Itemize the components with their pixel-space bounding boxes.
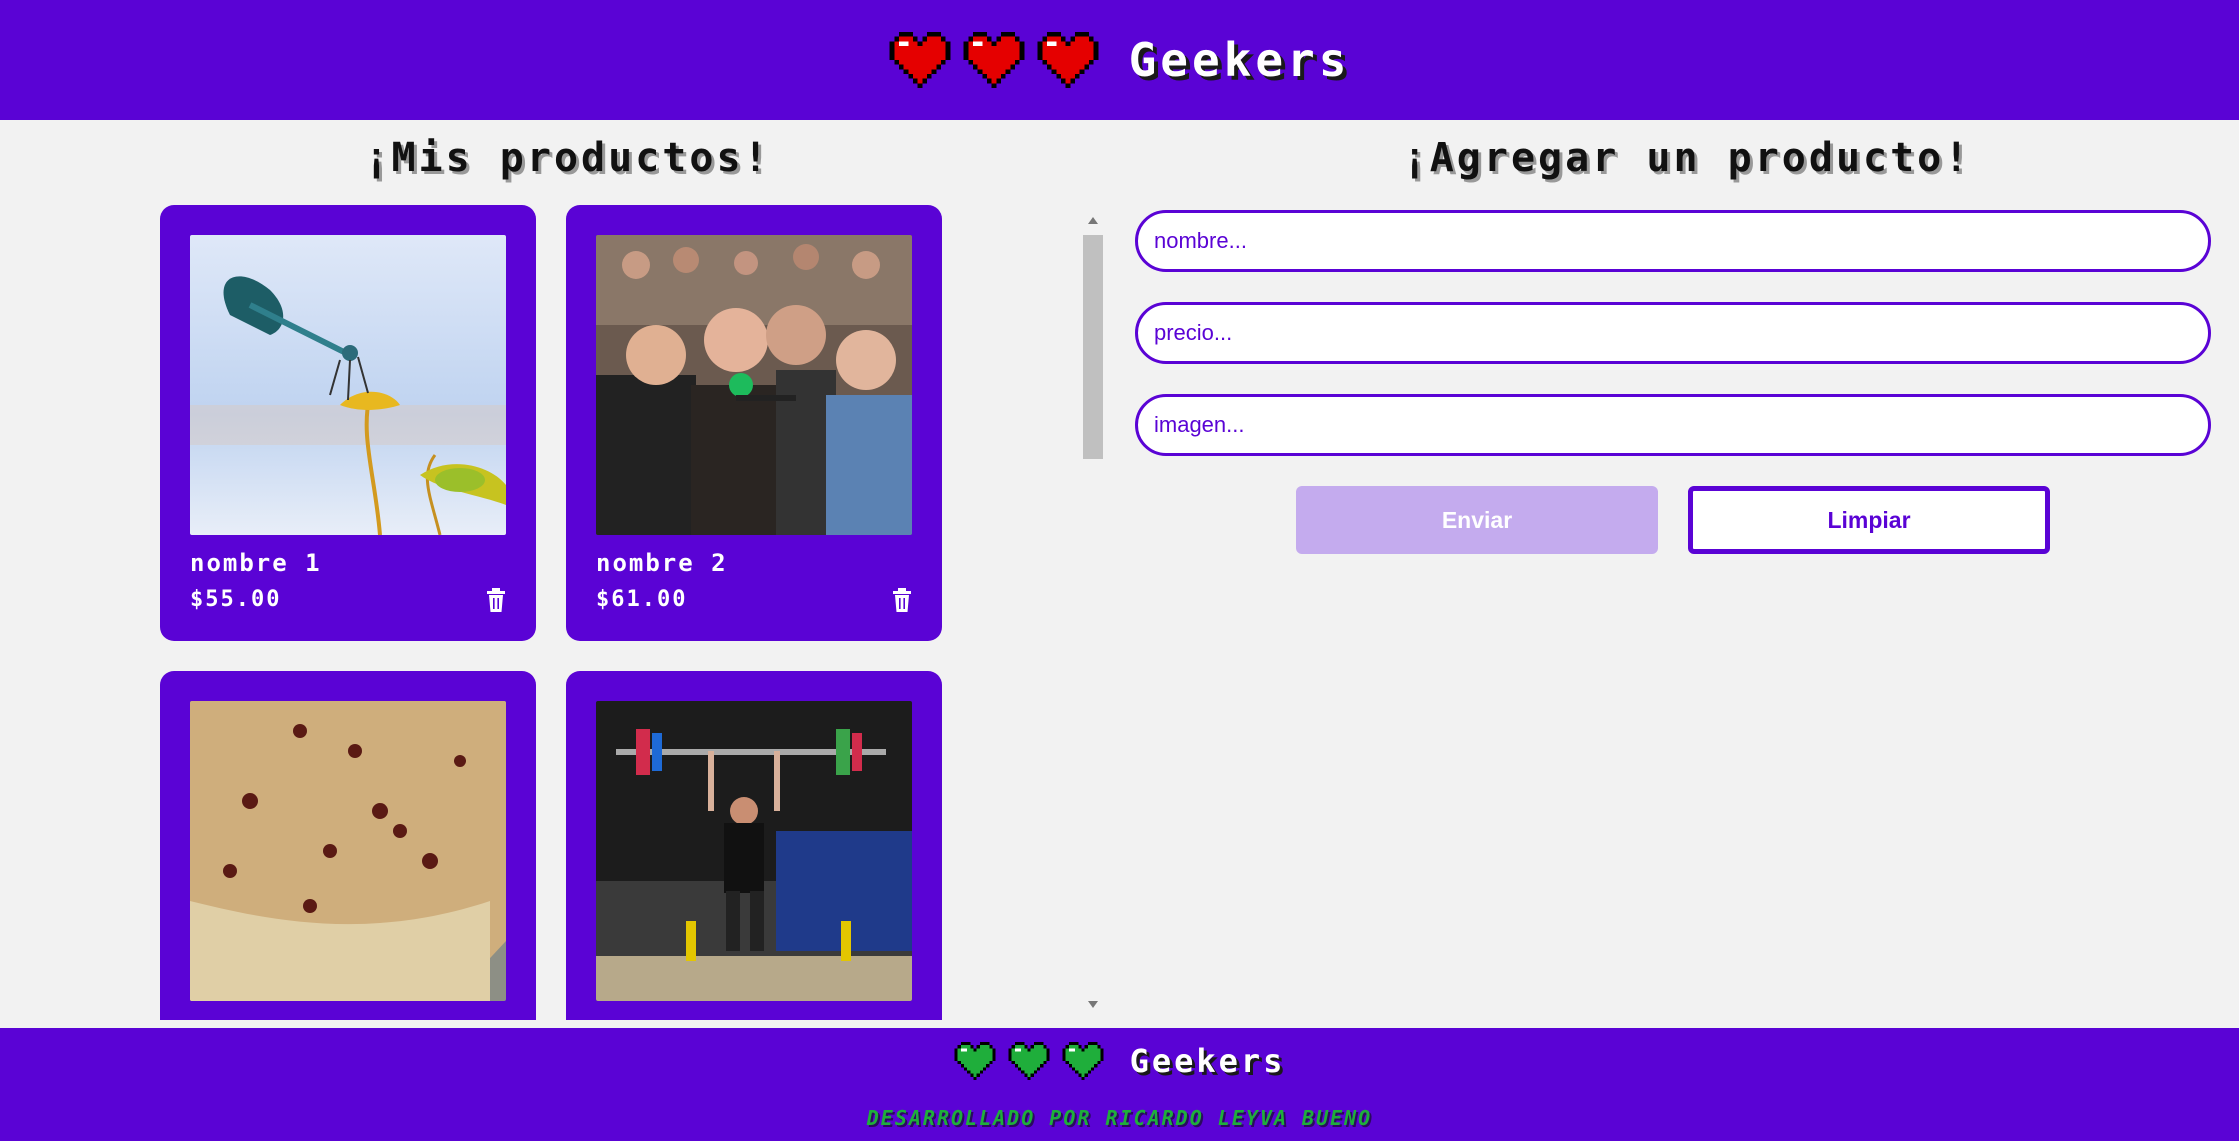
product-card: nombre 1 $55.00 <box>160 205 536 641</box>
heart-icon <box>1037 32 1099 88</box>
product-image <box>596 235 912 535</box>
add-product-form <box>1135 210 2211 486</box>
price-input[interactable] <box>1135 302 2211 364</box>
header-hearts <box>889 32 1099 88</box>
product-price: $61.00 <box>596 587 688 612</box>
send-button[interactable]: Enviar <box>1296 486 1658 554</box>
product-price: $55.00 <box>190 587 282 612</box>
product-name: nombre 1 <box>190 549 322 577</box>
products-scrollbar[interactable] <box>1083 215 1103 1010</box>
site-footer: Geekers DESARROLLADO POR RICARDO LEYVA B… <box>0 1028 2239 1141</box>
trash-icon[interactable] <box>486 587 506 612</box>
product-image <box>596 701 912 1001</box>
heart-icon <box>1061 1042 1104 1080</box>
footer-credits: DESARROLLADO POR RICARDO LEYVA BUENO <box>866 1106 1373 1130</box>
trash-icon[interactable] <box>892 587 912 612</box>
heart-icon <box>953 1042 996 1080</box>
site-header: Geekers <box>0 0 2239 120</box>
heart-icon <box>963 32 1025 88</box>
form-title: ¡Agregar un producto! <box>1402 135 1972 181</box>
heart-icon <box>1007 1042 1050 1080</box>
image-input[interactable] <box>1135 394 2211 456</box>
products-title: ¡Mis productos! <box>364 135 771 181</box>
product-image <box>190 235 506 535</box>
product-name: nombre 2 <box>596 549 728 577</box>
product-card <box>160 671 536 1020</box>
product-card: nombre 2 $61.00 <box>566 205 942 641</box>
products-list[interactable]: nombre 1 $55.00 nombre 2 $61.00 <box>160 205 1105 1020</box>
brand-title: Geekers <box>1128 33 1351 87</box>
scroll-thumb[interactable] <box>1083 235 1103 459</box>
scroll-down-icon[interactable] <box>1088 1001 1098 1008</box>
name-input[interactable] <box>1135 210 2211 272</box>
clear-button[interactable]: Limpiar <box>1688 486 2050 554</box>
scroll-up-icon[interactable] <box>1088 217 1098 224</box>
product-card <box>566 671 942 1020</box>
product-image <box>190 701 506 1001</box>
heart-icon <box>889 32 951 88</box>
footer-brand: Geekers <box>1129 1042 1286 1080</box>
